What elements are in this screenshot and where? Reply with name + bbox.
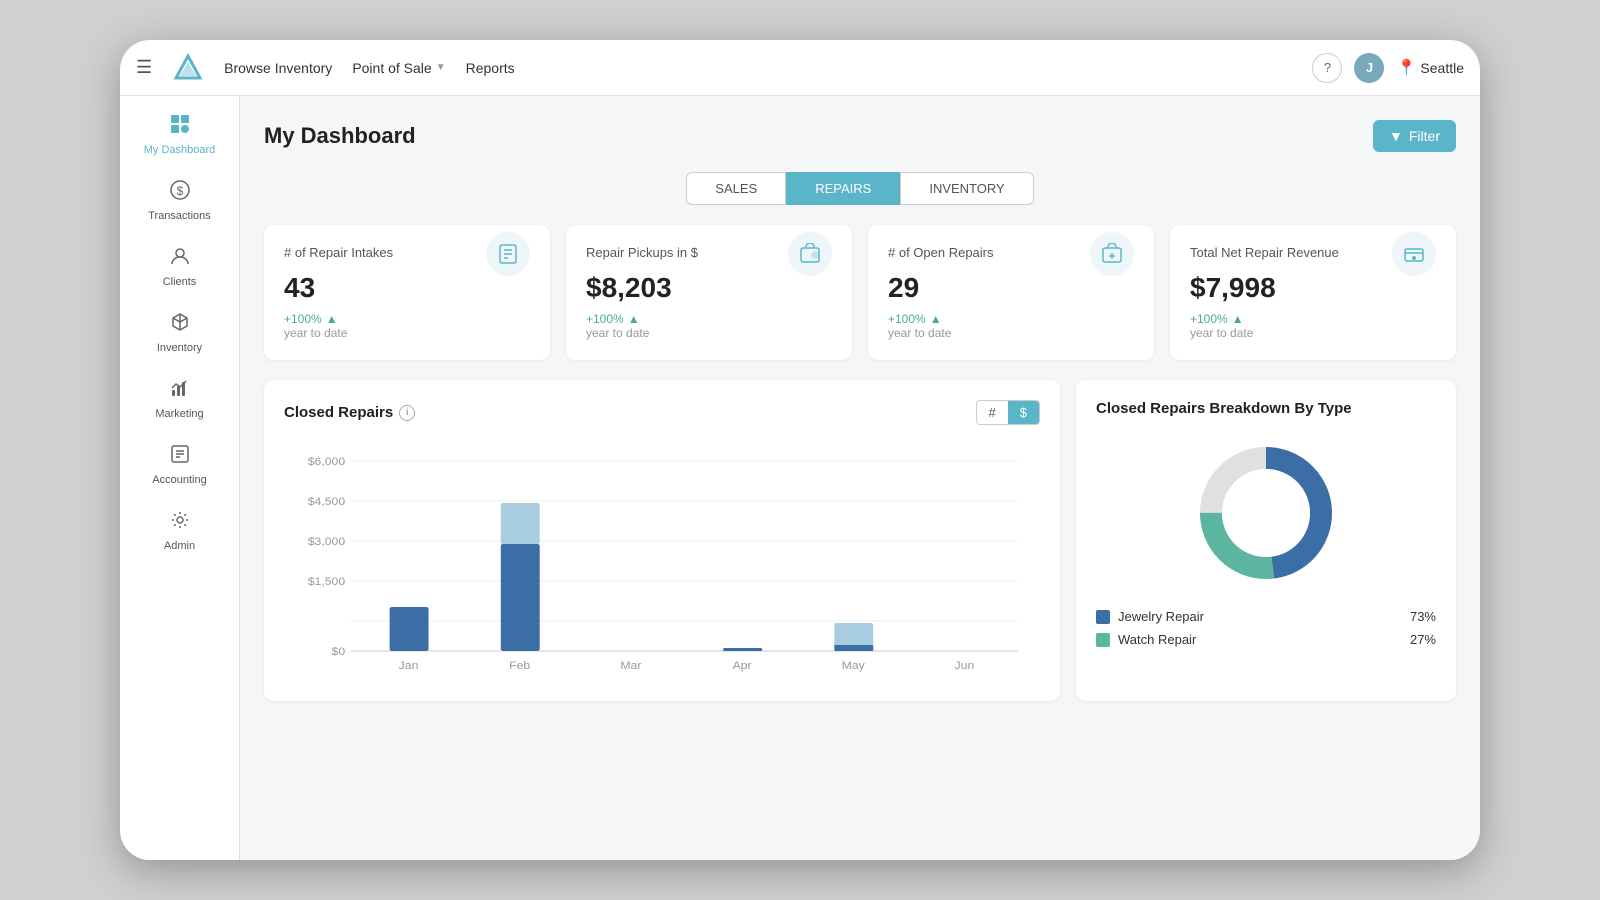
svg-text:$6,000: $6,000 — [308, 456, 346, 468]
sidebar-item-clients[interactable]: Clients — [120, 236, 239, 298]
sidebar-item-label-dashboard: My Dashboard — [144, 144, 216, 156]
card-period-open-repairs: year to date — [888, 326, 951, 340]
transactions-icon: $ — [170, 180, 190, 206]
admin-icon — [170, 510, 190, 536]
nav-browse-inventory[interactable]: Browse Inventory — [224, 60, 332, 76]
sidebar-item-dashboard[interactable]: My Dashboard — [120, 104, 239, 166]
stat-card-repair-intakes: # of Repair Intakes 43 +100% ▲ year to d… — [264, 225, 550, 360]
inventory-icon — [170, 312, 190, 338]
app-logo — [172, 52, 204, 84]
sidebar-item-accounting[interactable]: Accounting — [120, 434, 239, 496]
tab-inventory[interactable]: INVENTORY — [900, 172, 1033, 205]
card-change-open-repairs: +100% ▲ — [888, 312, 951, 326]
info-icon[interactable]: i — [399, 405, 415, 421]
legend-item-jewelry: Jewelry Repair 73% — [1096, 609, 1436, 624]
dropdown-chevron: ▼ — [436, 62, 446, 73]
hamburger-icon[interactable]: ☰ — [136, 57, 152, 78]
chart-toggle-hash[interactable]: # — [977, 401, 1008, 424]
card-period-repair-intakes: year to date — [284, 326, 347, 340]
tab-repairs[interactable]: REPAIRS — [786, 172, 900, 205]
sidebar: My Dashboard $ Transactions Clients Inve… — [120, 96, 240, 860]
card-value-repair-intakes: 43 — [284, 272, 347, 304]
svg-text:$: $ — [176, 184, 183, 198]
sidebar-item-label-admin: Admin — [164, 540, 195, 552]
location-selector[interactable]: 📍 Seattle — [1396, 58, 1464, 78]
bottom-section: Closed Repairs i # $ — [264, 380, 1456, 701]
top-nav: ☰ Browse Inventory Point of Sale ▼ Repor… — [120, 40, 1480, 96]
svg-text:$1,500: $1,500 — [308, 576, 346, 588]
svg-text:Jan: Jan — [399, 660, 419, 672]
bar-chart-title: Closed Repairs i — [284, 404, 415, 421]
page-header: My Dashboard ▼ Filter — [264, 120, 1456, 152]
card-icon-repair-pickups — [788, 232, 832, 276]
legend-percent-watch: 27% — [1410, 632, 1436, 647]
sidebar-item-label-transactions: Transactions — [148, 210, 211, 222]
sidebar-item-label-accounting: Accounting — [152, 474, 206, 486]
card-period-net-revenue: year to date — [1190, 326, 1276, 340]
tab-sales[interactable]: SALES — [686, 172, 786, 205]
legend-percent-jewelry: 73% — [1410, 609, 1436, 624]
svg-text:May: May — [842, 660, 865, 672]
sidebar-item-label-marketing: Marketing — [155, 408, 203, 420]
clients-icon — [170, 246, 190, 272]
card-value-repair-pickups: $8,203 — [586, 272, 672, 304]
sidebar-item-marketing[interactable]: Marketing — [120, 368, 239, 430]
svg-text:$4,500: $4,500 — [308, 496, 346, 508]
card-change-net-revenue: +100% ▲ — [1190, 312, 1276, 326]
chart-toggle: # $ — [976, 400, 1040, 425]
marketing-icon — [170, 378, 190, 404]
sidebar-item-label-clients: Clients — [163, 276, 197, 288]
page-title: My Dashboard — [264, 123, 416, 149]
stat-card-net-revenue: Total Net Repair Revenue $7,998 +100% ▲ … — [1170, 225, 1456, 360]
tab-group: SALES REPAIRS INVENTORY — [264, 172, 1456, 205]
stat-card-open-repairs: # of Open Repairs 29 +100% ▲ year to dat… — [868, 225, 1154, 360]
dashboard-icon — [170, 114, 190, 140]
sidebar-item-label-inventory: Inventory — [157, 342, 202, 354]
sidebar-item-admin[interactable]: Admin — [120, 500, 239, 562]
svg-text:Apr: Apr — [733, 660, 752, 672]
legend-dot-watch — [1096, 633, 1110, 647]
card-value-open-repairs: 29 — [888, 272, 951, 304]
user-avatar[interactable]: J — [1354, 53, 1384, 83]
legend-dot-jewelry — [1096, 610, 1110, 624]
legend-item-watch: Watch Repair 27% — [1096, 632, 1436, 647]
stat-card-repair-pickups: Repair Pickups in $ $8,203 +100% ▲ year … — [566, 225, 852, 360]
chart-toggle-dollar[interactable]: $ — [1008, 401, 1039, 424]
help-button[interactable]: ? — [1312, 53, 1342, 83]
svg-text:Jun: Jun — [955, 660, 975, 672]
donut-chart-card: Closed Repairs Breakdown By Type — [1076, 380, 1456, 701]
bar-chart-card: Closed Repairs i # $ — [264, 380, 1060, 701]
location-pin-icon: 📍 — [1396, 58, 1416, 78]
donut-chart-title: Closed Repairs Breakdown By Type — [1096, 400, 1436, 417]
stat-cards: # of Repair Intakes 43 +100% ▲ year to d… — [264, 225, 1456, 360]
main-content: My Dashboard ▼ Filter SALES REPAIRS INVE… — [240, 96, 1480, 860]
donut-chart-container — [1096, 433, 1436, 593]
svg-text:$0: $0 — [332, 646, 346, 658]
up-arrow-icon: ▲ — [1232, 312, 1244, 326]
filter-button[interactable]: ▼ Filter — [1373, 120, 1456, 152]
up-arrow-icon: ▲ — [930, 312, 942, 326]
svg-text:$3,000: $3,000 — [308, 536, 346, 548]
sidebar-item-transactions[interactable]: $ Transactions — [120, 170, 239, 232]
location-label: Seattle — [1420, 60, 1464, 76]
card-change-repair-pickups: +100% ▲ — [586, 312, 672, 326]
accounting-icon — [170, 444, 190, 470]
nav-point-of-sale[interactable]: Point of Sale ▼ — [352, 60, 445, 76]
svg-text:Mar: Mar — [620, 660, 641, 672]
card-change-repair-intakes: +100% ▲ — [284, 312, 347, 326]
up-arrow-icon: ▲ — [326, 312, 338, 326]
card-icon-open-repairs — [1090, 232, 1134, 276]
card-period-repair-pickups: year to date — [586, 326, 672, 340]
bar-chart: $6,000 $4,500 $3,000 $1,500 $0 — [284, 441, 1040, 681]
card-icon-net-revenue — [1392, 232, 1436, 276]
filter-icon: ▼ — [1389, 128, 1403, 144]
sidebar-item-inventory[interactable]: Inventory — [120, 302, 239, 364]
card-icon-repair-intakes — [486, 232, 530, 276]
up-arrow-icon: ▲ — [628, 312, 640, 326]
nav-reports[interactable]: Reports — [466, 60, 515, 76]
card-value-net-revenue: $7,998 — [1190, 272, 1276, 304]
svg-text:Feb: Feb — [509, 660, 530, 672]
breakdown-legend: Jewelry Repair 73% Watch Repair 27% — [1096, 609, 1436, 647]
